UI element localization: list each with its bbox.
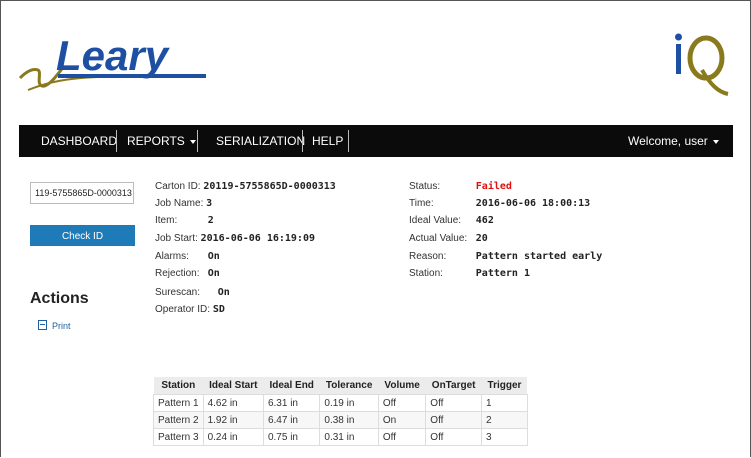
table-cell: Off bbox=[425, 394, 483, 412]
pattern-table: Station Ideal Start Ideal End Tolerance … bbox=[153, 377, 528, 446]
rejection-row: Rejection: On bbox=[155, 268, 220, 279]
status-value: Failed bbox=[475, 181, 512, 192]
station-value: Pattern 1 bbox=[475, 268, 530, 279]
operator-label: Operator ID: bbox=[155, 304, 211, 315]
table-cell: 2 bbox=[481, 411, 528, 429]
table-cell: 0.75 in bbox=[262, 428, 321, 446]
nav-divider bbox=[197, 130, 198, 152]
actual-value-value: 20 bbox=[475, 233, 488, 244]
time-label: Time: bbox=[409, 198, 434, 209]
job-name-label: Job Name: bbox=[155, 198, 204, 209]
nav-serialization[interactable]: SERIALIZATION bbox=[216, 125, 305, 157]
carton-id-label: Carton ID: bbox=[155, 181, 201, 192]
table-cell: 0.24 in bbox=[202, 428, 264, 446]
table-cell: 1 bbox=[481, 394, 528, 412]
table-cell: Off bbox=[377, 428, 427, 446]
actual-value-row: Actual Value: 20 bbox=[409, 233, 488, 244]
job-start-value: 2016-06-06 16:19:09 bbox=[200, 233, 315, 244]
status-row: Status: Failed bbox=[409, 181, 512, 192]
carton-id-row: Carton ID: 20119-5755865D-0000313 bbox=[155, 181, 336, 192]
table-header-row: Station Ideal Start Ideal End Tolerance … bbox=[153, 377, 528, 395]
rejection-label: Rejection: bbox=[155, 268, 200, 279]
table-cell: Off bbox=[377, 394, 427, 412]
station-row: Station: Pattern 1 bbox=[409, 268, 530, 279]
table-cell: Pattern 3 bbox=[153, 428, 204, 446]
table-cell: 0.31 in bbox=[319, 428, 379, 446]
reason-value: Pattern started early bbox=[475, 251, 603, 262]
table-cell: 0.19 in bbox=[319, 394, 379, 412]
item-label: Item: bbox=[155, 215, 178, 226]
item-row: Item: 2 bbox=[155, 215, 214, 226]
iq-logo bbox=[675, 33, 729, 96]
surescan-label: Surescan: bbox=[155, 287, 201, 298]
table-cell: 3 bbox=[481, 428, 528, 446]
table-header: Station bbox=[153, 377, 204, 395]
nav-divider bbox=[116, 130, 117, 152]
print-link[interactable]: Print bbox=[38, 320, 71, 331]
ideal-value-label: Ideal Value: bbox=[409, 215, 462, 226]
actions-heading: Actions bbox=[30, 290, 89, 307]
nav-dashboard[interactable]: DASHBOARD bbox=[41, 125, 117, 157]
carton-id-value: 20119-5755865D-0000313 bbox=[203, 181, 336, 192]
operator-value: SD bbox=[212, 304, 225, 315]
nav-divider bbox=[302, 130, 303, 152]
nav-reports-label: REPORTS bbox=[127, 134, 185, 148]
table-cell: Off bbox=[425, 411, 483, 429]
time-value: 2016-06-06 18:00:13 bbox=[475, 198, 591, 209]
table-cell: 0.38 in bbox=[319, 411, 379, 429]
table-row: Pattern 1 4.62 in 6.31 in 0.19 in Off Of… bbox=[153, 394, 528, 412]
table-header: Tolerance bbox=[319, 377, 379, 395]
carton-id-input[interactable] bbox=[30, 182, 134, 204]
user-menu-label: Welcome, user bbox=[628, 134, 708, 148]
print-label: Print bbox=[52, 321, 71, 331]
alarms-label: Alarms: bbox=[155, 251, 189, 262]
top-navbar: DASHBOARD REPORTS SERIALIZATION HELP Wel… bbox=[19, 125, 733, 157]
table-header: Ideal End bbox=[263, 377, 320, 395]
surescan-row: Surescan: On bbox=[155, 287, 230, 298]
job-name-value: 3 bbox=[206, 198, 213, 209]
job-name-row: Job Name: 3 bbox=[155, 198, 212, 209]
ideal-value-value: 462 bbox=[475, 215, 494, 226]
table-cell: Pattern 1 bbox=[153, 394, 204, 412]
job-start-row: Job Start: 2016-06-06 16:19:09 bbox=[155, 233, 315, 244]
table-cell: 6.47 in bbox=[262, 411, 321, 429]
chevron-down-icon bbox=[189, 139, 196, 144]
alarms-row: Alarms: On bbox=[155, 251, 220, 262]
alarms-value: On bbox=[207, 251, 220, 262]
nav-divider bbox=[348, 130, 349, 152]
nav-help[interactable]: HELP bbox=[312, 125, 343, 157]
table-row: Pattern 3 0.24 in 0.75 in 0.31 in Off Of… bbox=[153, 428, 528, 446]
table-cell: 1.92 in bbox=[202, 411, 264, 429]
surescan-value: On bbox=[217, 287, 230, 298]
ideal-value-row: Ideal Value: 462 bbox=[409, 215, 494, 226]
reason-label: Reason: bbox=[409, 251, 447, 262]
table-cell: On bbox=[377, 411, 427, 429]
operator-row: Operator ID: SD bbox=[155, 304, 225, 315]
table-cell: Pattern 2 bbox=[153, 411, 204, 429]
table-header: Volume bbox=[378, 377, 426, 395]
item-value: 2 bbox=[207, 215, 214, 226]
table-cell: Off bbox=[425, 428, 483, 446]
table-header: Trigger bbox=[481, 377, 528, 395]
job-start-label: Job Start: bbox=[155, 233, 198, 244]
reason-row: Reason: Pattern started early bbox=[409, 251, 602, 262]
check-id-button[interactable]: Check ID bbox=[30, 225, 135, 246]
chevron-down-icon bbox=[712, 139, 719, 144]
nav-reports[interactable]: REPORTS bbox=[127, 125, 196, 157]
actual-value-label: Actual Value: bbox=[409, 233, 468, 244]
table-row: Pattern 2 1.92 in 6.47 in 0.38 in On Off… bbox=[153, 411, 528, 429]
table-header: OnTarget bbox=[425, 377, 482, 395]
leary-logo-text: Leary bbox=[56, 32, 171, 79]
document-icon bbox=[38, 320, 47, 330]
leary-logo: Leary bbox=[18, 32, 206, 91]
table-cell: 6.31 in bbox=[262, 394, 321, 412]
time-row: Time: 2016-06-06 18:00:13 bbox=[409, 198, 590, 209]
rejection-value: On bbox=[207, 268, 220, 279]
user-menu[interactable]: Welcome, user bbox=[628, 125, 719, 157]
table-header: Ideal Start bbox=[203, 377, 264, 395]
station-label: Station: bbox=[409, 268, 443, 279]
status-label: Status: bbox=[409, 181, 441, 192]
table-cell: 4.62 in bbox=[202, 394, 264, 412]
